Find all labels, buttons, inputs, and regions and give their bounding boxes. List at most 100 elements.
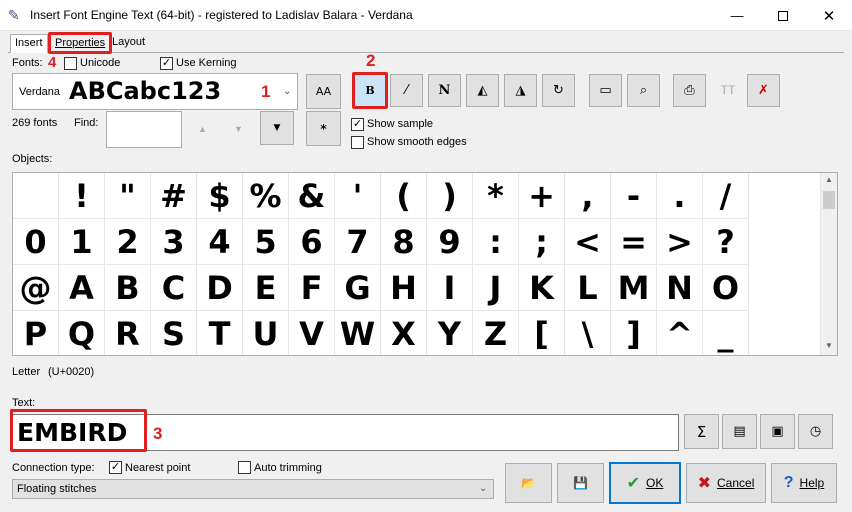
find-input[interactable] bbox=[106, 111, 182, 148]
italic-icon[interactable]: ⁄ bbox=[390, 74, 423, 107]
glyph-cell[interactable]: ^ bbox=[657, 311, 703, 355]
glyph-cell[interactable]: Q bbox=[59, 311, 105, 355]
save-icon[interactable]: 💾 bbox=[557, 463, 604, 503]
special-char-button[interactable]: * bbox=[306, 111, 341, 146]
glyph-cell[interactable]: 7 bbox=[335, 219, 381, 265]
maximize-button[interactable] bbox=[760, 0, 806, 31]
glyph-cell[interactable]: @ bbox=[13, 265, 59, 311]
glyph-cell[interactable]: 0 bbox=[13, 219, 59, 265]
glyph-cell[interactable]: ? bbox=[703, 219, 749, 265]
arrow-down-icon[interactable]: ▼ bbox=[234, 124, 243, 134]
tab-layout[interactable]: Layout bbox=[108, 34, 149, 52]
glyph-cell[interactable]: > bbox=[657, 219, 703, 265]
scroll-down-icon[interactable]: ▼ bbox=[825, 341, 833, 350]
minimize-button[interactable]: — bbox=[714, 0, 760, 31]
glyph-cell[interactable]: W bbox=[335, 311, 381, 355]
glyph-cell[interactable]: 1 bbox=[59, 219, 105, 265]
objects-scrollbar[interactable]: ▲ ▼ bbox=[820, 173, 837, 355]
glyph-cell[interactable]: E bbox=[243, 265, 289, 311]
glyph-cell[interactable]: 5 bbox=[243, 219, 289, 265]
glyph-cell[interactable]: 9 bbox=[427, 219, 473, 265]
glyph-cell[interactable]: ( bbox=[381, 173, 427, 219]
glyph-cell[interactable]: X bbox=[381, 311, 427, 355]
glyph-cell[interactable]: J bbox=[473, 265, 519, 311]
document-icon[interactable]: ▤ bbox=[722, 414, 757, 449]
scroll-thumb[interactable] bbox=[823, 191, 835, 209]
cancel-button[interactable]: ✖ Cancel bbox=[686, 463, 766, 503]
glyph-cell[interactable]: ! bbox=[59, 173, 105, 219]
glyph-cell[interactable]: N bbox=[657, 265, 703, 311]
tab-insert[interactable]: Insert bbox=[10, 34, 48, 53]
glyph-cell[interactable]: _ bbox=[703, 311, 749, 355]
glyph-cell[interactable]: 3 bbox=[151, 219, 197, 265]
nearest-checkbox[interactable]: ✓ bbox=[109, 461, 122, 474]
tab-properties[interactable]: Properties bbox=[48, 32, 113, 54]
find-dropdown-button[interactable]: ▼ bbox=[260, 111, 294, 145]
glyph-cell[interactable]: - bbox=[611, 173, 657, 219]
show-sample-checkbox[interactable]: ✓ bbox=[351, 118, 364, 131]
glyph-cell[interactable]: $ bbox=[197, 173, 243, 219]
glyph-cell[interactable]: ; bbox=[519, 219, 565, 265]
glyph-cell[interactable]: ' bbox=[335, 173, 381, 219]
zoom-icon[interactable]: ⌕ bbox=[627, 74, 660, 107]
open-file-icon[interactable]: 📂 bbox=[505, 463, 552, 503]
close-button[interactable]: ✕ bbox=[806, 0, 852, 31]
glyph-cell[interactable]: S bbox=[151, 311, 197, 355]
glyph-cell[interactable]: \ bbox=[565, 311, 611, 355]
slant-left-icon[interactable]: ◭ bbox=[466, 74, 499, 107]
glyph-cell[interactable]: F bbox=[289, 265, 335, 311]
sigma-button[interactable]: Σ bbox=[684, 414, 719, 449]
print-icon[interactable]: ⎙ bbox=[673, 74, 706, 107]
kerning-checkbox[interactable]: ✓ bbox=[160, 57, 173, 70]
glyph-cell[interactable]: D bbox=[197, 265, 243, 311]
glyph-cell[interactable]: [ bbox=[519, 311, 565, 355]
outline-icon[interactable]: N bbox=[428, 74, 461, 107]
glyph-cell[interactable]: & bbox=[289, 173, 335, 219]
show-smooth-checkbox[interactable] bbox=[351, 136, 364, 149]
open-folder-icon[interactable]: ▭ bbox=[589, 74, 622, 107]
glyph-cell[interactable]: / bbox=[703, 173, 749, 219]
glyph-cell[interactable]: L bbox=[565, 265, 611, 311]
clock-icon[interactable]: ◷ bbox=[798, 414, 833, 449]
glyph-cell[interactable]: # bbox=[151, 173, 197, 219]
glyph-cell[interactable]: . bbox=[657, 173, 703, 219]
font-combobox[interactable]: Verdana ABCabc123 1 ⌄ bbox=[12, 73, 298, 110]
glyph-cell[interactable] bbox=[13, 173, 59, 219]
glyph-cell[interactable]: A bbox=[59, 265, 105, 311]
glyph-cell[interactable]: " bbox=[105, 173, 151, 219]
glyph-cell[interactable]: = bbox=[611, 219, 657, 265]
font-size-button[interactable]: AA bbox=[306, 74, 341, 109]
glyph-cell[interactable]: H bbox=[381, 265, 427, 311]
delete-icon[interactable]: ✗ bbox=[747, 74, 780, 107]
rotate-icon[interactable]: ↻ bbox=[542, 74, 575, 107]
glyph-cell[interactable]: K bbox=[519, 265, 565, 311]
glyph-cell[interactable]: * bbox=[473, 173, 519, 219]
glyph-cell[interactable]: B bbox=[105, 265, 151, 311]
glyph-cell[interactable]: ) bbox=[427, 173, 473, 219]
glyph-cell[interactable]: 6 bbox=[289, 219, 335, 265]
glyph-cell[interactable]: C bbox=[151, 265, 197, 311]
glyph-cell[interactable]: U bbox=[243, 311, 289, 355]
glyph-cell[interactable]: < bbox=[565, 219, 611, 265]
glyph-cell[interactable]: R bbox=[105, 311, 151, 355]
connection-combobox[interactable]: Floating stitches ⌄ bbox=[12, 479, 494, 499]
glyph-cell[interactable]: M bbox=[611, 265, 657, 311]
glyph-cell[interactable]: % bbox=[243, 173, 289, 219]
arrow-up-icon[interactable]: ▲ bbox=[198, 124, 207, 134]
glyph-cell[interactable]: 8 bbox=[381, 219, 427, 265]
glyph-cell[interactable]: T bbox=[197, 311, 243, 355]
unicode-checkbox[interactable] bbox=[64, 57, 77, 70]
glyph-cell[interactable]: Y bbox=[427, 311, 473, 355]
glyph-cell[interactable]: + bbox=[519, 173, 565, 219]
glyph-cell[interactable]: Z bbox=[473, 311, 519, 355]
glyph-cell[interactable]: ] bbox=[611, 311, 657, 355]
glyph-cell[interactable]: P bbox=[13, 311, 59, 355]
scroll-up-icon[interactable]: ▲ bbox=[825, 175, 833, 184]
glyph-cell[interactable]: 2 bbox=[105, 219, 151, 265]
bold-button[interactable]: B bbox=[352, 72, 388, 109]
glyph-cell[interactable]: , bbox=[565, 173, 611, 219]
glyph-cell[interactable]: V bbox=[289, 311, 335, 355]
glyph-cell[interactable]: : bbox=[473, 219, 519, 265]
glyph-cell[interactable]: I bbox=[427, 265, 473, 311]
glyph-cell[interactable]: O bbox=[703, 265, 749, 311]
